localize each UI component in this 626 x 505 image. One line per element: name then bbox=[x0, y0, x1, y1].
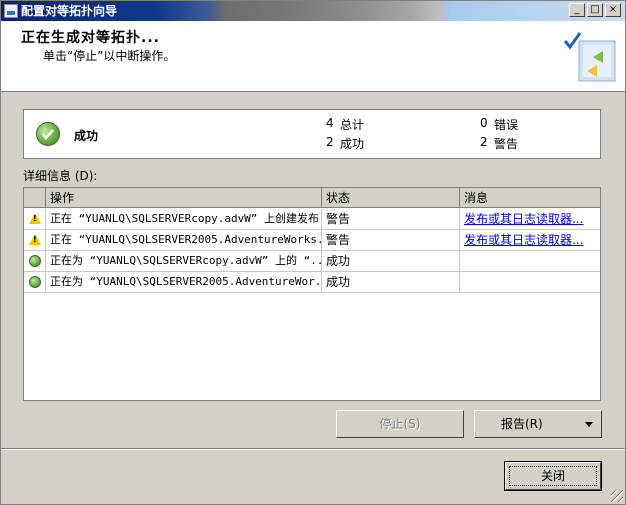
row-action: 正在 “YUANLQ\SQLSERVER2005.AdventureWorks.… bbox=[46, 230, 322, 250]
row-message bbox=[460, 251, 600, 271]
window-controls: _ □ × bbox=[569, 3, 621, 17]
row-message: 发布或其日志读取器... bbox=[460, 230, 600, 250]
error-count: 0 bbox=[480, 116, 488, 130]
success-icon bbox=[36, 122, 60, 146]
warning-icon bbox=[29, 234, 41, 245]
page-subtitle: 单击“停止”以中断操作。 bbox=[43, 49, 176, 63]
message-link[interactable]: 发布或其日志读取器... bbox=[464, 212, 583, 226]
table-row[interactable]: 正在为 “YUANLQ\SQLSERVER2005.AdventureWor..… bbox=[24, 272, 600, 293]
warning-count: 2 bbox=[480, 135, 488, 149]
message-link[interactable]: 发布或其日志读取器... bbox=[464, 233, 583, 247]
report-button-label: 报告(R) bbox=[501, 417, 543, 431]
minimize-button[interactable]: _ bbox=[569, 3, 585, 17]
page-title: 正在生成对等拓扑... bbox=[21, 30, 160, 46]
report-button[interactable]: 报告(R) bbox=[474, 410, 602, 438]
focus-rect bbox=[509, 466, 597, 486]
total-count: 4 bbox=[326, 116, 334, 130]
row-status: 警告 bbox=[322, 230, 460, 250]
message-column-header[interactable]: 消息 bbox=[460, 188, 600, 208]
error-label: 错误 bbox=[494, 118, 519, 132]
app-icon bbox=[4, 4, 18, 18]
grid-header: 操作 状态 消息 bbox=[24, 188, 600, 209]
action-column-header[interactable]: 操作 bbox=[46, 188, 322, 208]
close-window-button[interactable]: × bbox=[605, 3, 621, 17]
table-row[interactable]: 正在 “YUANLQ\SQLSERVER2005.AdventureWorks.… bbox=[24, 230, 600, 251]
summary-panel: 成功 4 总计 2 成功 0 错误 2 警告 bbox=[23, 109, 601, 159]
chevron-down-icon[interactable] bbox=[585, 422, 593, 427]
details-grid[interactable]: 操作 状态 消息 正在 “YUANLQ\SQLSERVERcopy.advW” … bbox=[23, 187, 601, 401]
row-icon-cell bbox=[24, 209, 46, 229]
row-status: 成功 bbox=[322, 272, 460, 292]
table-row[interactable]: 正在为 “YUANLQ\SQLSERVERcopy.advW” 上的 “... … bbox=[24, 251, 600, 272]
row-action: 正在为 “YUANLQ\SQLSERVERcopy.advW” 上的 “... bbox=[46, 251, 322, 271]
row-icon-cell bbox=[24, 251, 46, 271]
success-label: 成功 bbox=[340, 137, 365, 151]
row-action: 正在 “YUANLQ\SQLSERVERcopy.advW” 上创建发布 bbox=[46, 209, 322, 229]
overall-status: 成功 bbox=[74, 129, 99, 143]
wizard-header: 正在生成对等拓扑... 单击“停止”以中断操作。 bbox=[1, 21, 625, 92]
details-label: 详细信息 (D): bbox=[23, 169, 98, 183]
success-icon bbox=[29, 276, 41, 288]
success-count: 2 bbox=[326, 135, 334, 149]
icon-column-header[interactable] bbox=[24, 188, 46, 208]
row-icon-cell bbox=[24, 230, 46, 250]
maximize-button[interactable]: □ bbox=[587, 3, 603, 17]
row-status: 警告 bbox=[322, 209, 460, 229]
warning-icon bbox=[29, 213, 41, 224]
window-title: 配置对等拓扑向导 bbox=[21, 4, 118, 18]
row-icon-cell bbox=[24, 272, 46, 292]
row-message: 发布或其日志读取器... bbox=[460, 209, 600, 229]
warning-label: 警告 bbox=[494, 137, 519, 151]
wizard-window: 配置对等拓扑向导 _ □ × 正在生成对等拓扑... 单击“停止”以中断操作。 … bbox=[0, 0, 626, 505]
stop-button[interactable]: 停止(S) bbox=[336, 410, 464, 438]
success-icon bbox=[29, 255, 41, 267]
table-row[interactable]: 正在 “YUANLQ\SQLSERVERcopy.advW” 上创建发布 警告 … bbox=[24, 209, 600, 230]
wizard-graphic-icon bbox=[563, 32, 616, 82]
row-message bbox=[460, 272, 600, 292]
total-label: 总计 bbox=[340, 118, 365, 132]
row-action: 正在为 “YUANLQ\SQLSERVER2005.AdventureWor..… bbox=[46, 272, 322, 292]
status-column-header[interactable]: 状态 bbox=[322, 188, 460, 208]
title-bar[interactable]: 配置对等拓扑向导 _ □ × bbox=[1, 1, 625, 21]
resize-grip-icon[interactable] bbox=[611, 490, 623, 502]
footer-divider bbox=[1, 448, 625, 450]
close-button[interactable]: 关闭 bbox=[504, 461, 602, 491]
row-status: 成功 bbox=[322, 251, 460, 271]
